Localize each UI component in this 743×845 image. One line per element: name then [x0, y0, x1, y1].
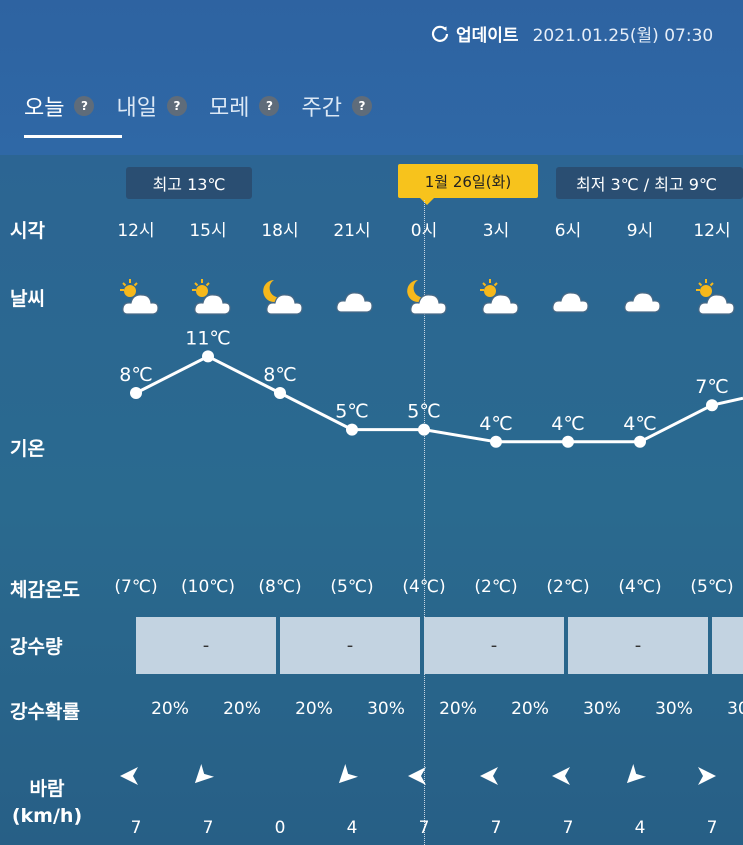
wind-speed-value: 7: [706, 818, 718, 838]
wind-southwest-icon: [626, 764, 646, 784]
wind-speed-value: 4: [634, 818, 646, 838]
wind-southwest-icon: [338, 764, 358, 784]
precip-prob-value: 20%: [223, 699, 261, 719]
feels-like-value: (4℃): [618, 577, 662, 597]
temperature-point: [274, 387, 286, 399]
feels-like-value: (2℃): [474, 577, 518, 597]
precip-prob-value: 30%: [727, 699, 743, 719]
temperature-point: [418, 423, 430, 436]
precipitation-block: [712, 617, 743, 674]
feels-like-value: (5℃): [330, 577, 374, 597]
wind-speed-value: 7: [418, 818, 430, 838]
wind-west-icon: [552, 767, 570, 785]
precipitation-block: -: [280, 617, 420, 674]
feels-like-value: (2℃): [546, 577, 590, 597]
precip-prob-value: 20%: [511, 699, 549, 719]
precip-prob-value: 30%: [655, 699, 693, 719]
feels-like-value: (8℃): [258, 577, 302, 597]
wind-west-icon: [480, 767, 498, 785]
temperature-point: [202, 350, 214, 363]
temperature-point: [706, 399, 718, 412]
feels-like-value: (10℃): [181, 577, 235, 597]
wind-speed-value: 7: [202, 818, 214, 838]
wind-speed-value: 4: [346, 818, 358, 838]
temperature-point: [346, 423, 358, 436]
wind-west-icon: [120, 767, 138, 785]
precip-prob-value: 30%: [367, 699, 405, 719]
precipitation-block: -: [424, 617, 564, 674]
temperature-label: 4℃: [479, 413, 512, 435]
precipitation-block: -: [568, 617, 708, 674]
temperature-label: 8℃: [119, 364, 152, 386]
wind-east-icon: [698, 767, 716, 785]
wind-west-icon: [408, 767, 426, 785]
temperature-label: 4℃: [551, 413, 584, 435]
precip-prob-value: 20%: [439, 699, 477, 719]
precip-prob-value: 20%: [295, 699, 333, 719]
precip-prob-value: 20%: [151, 699, 189, 719]
temperature-point: [562, 435, 574, 448]
temperature-label: 8℃: [263, 364, 296, 386]
wind-speed-value: 7: [562, 818, 574, 838]
wind-southwest-icon: [194, 764, 214, 784]
temperature-point: [634, 435, 646, 448]
feels-like-value: (4℃): [402, 577, 446, 597]
temperature-label: 11℃: [185, 327, 231, 349]
temperature-label: 4℃: [623, 413, 656, 435]
temperature-label: 5℃: [407, 401, 440, 423]
temperature-label: 7℃: [695, 376, 728, 398]
feels-like-value: (5℃): [690, 577, 734, 597]
wind-speed-value: 7: [490, 818, 502, 838]
precip-prob-value: 30%: [583, 699, 621, 719]
temperature-point: [490, 435, 502, 448]
temperature-label: 5℃: [335, 401, 368, 423]
feels-like-value: (7℃): [114, 577, 158, 597]
precipitation-block: -: [136, 617, 276, 674]
wind-speed-value: 0: [274, 818, 286, 838]
temperature-point: [130, 387, 142, 399]
wind-speed-value: 7: [130, 818, 142, 838]
